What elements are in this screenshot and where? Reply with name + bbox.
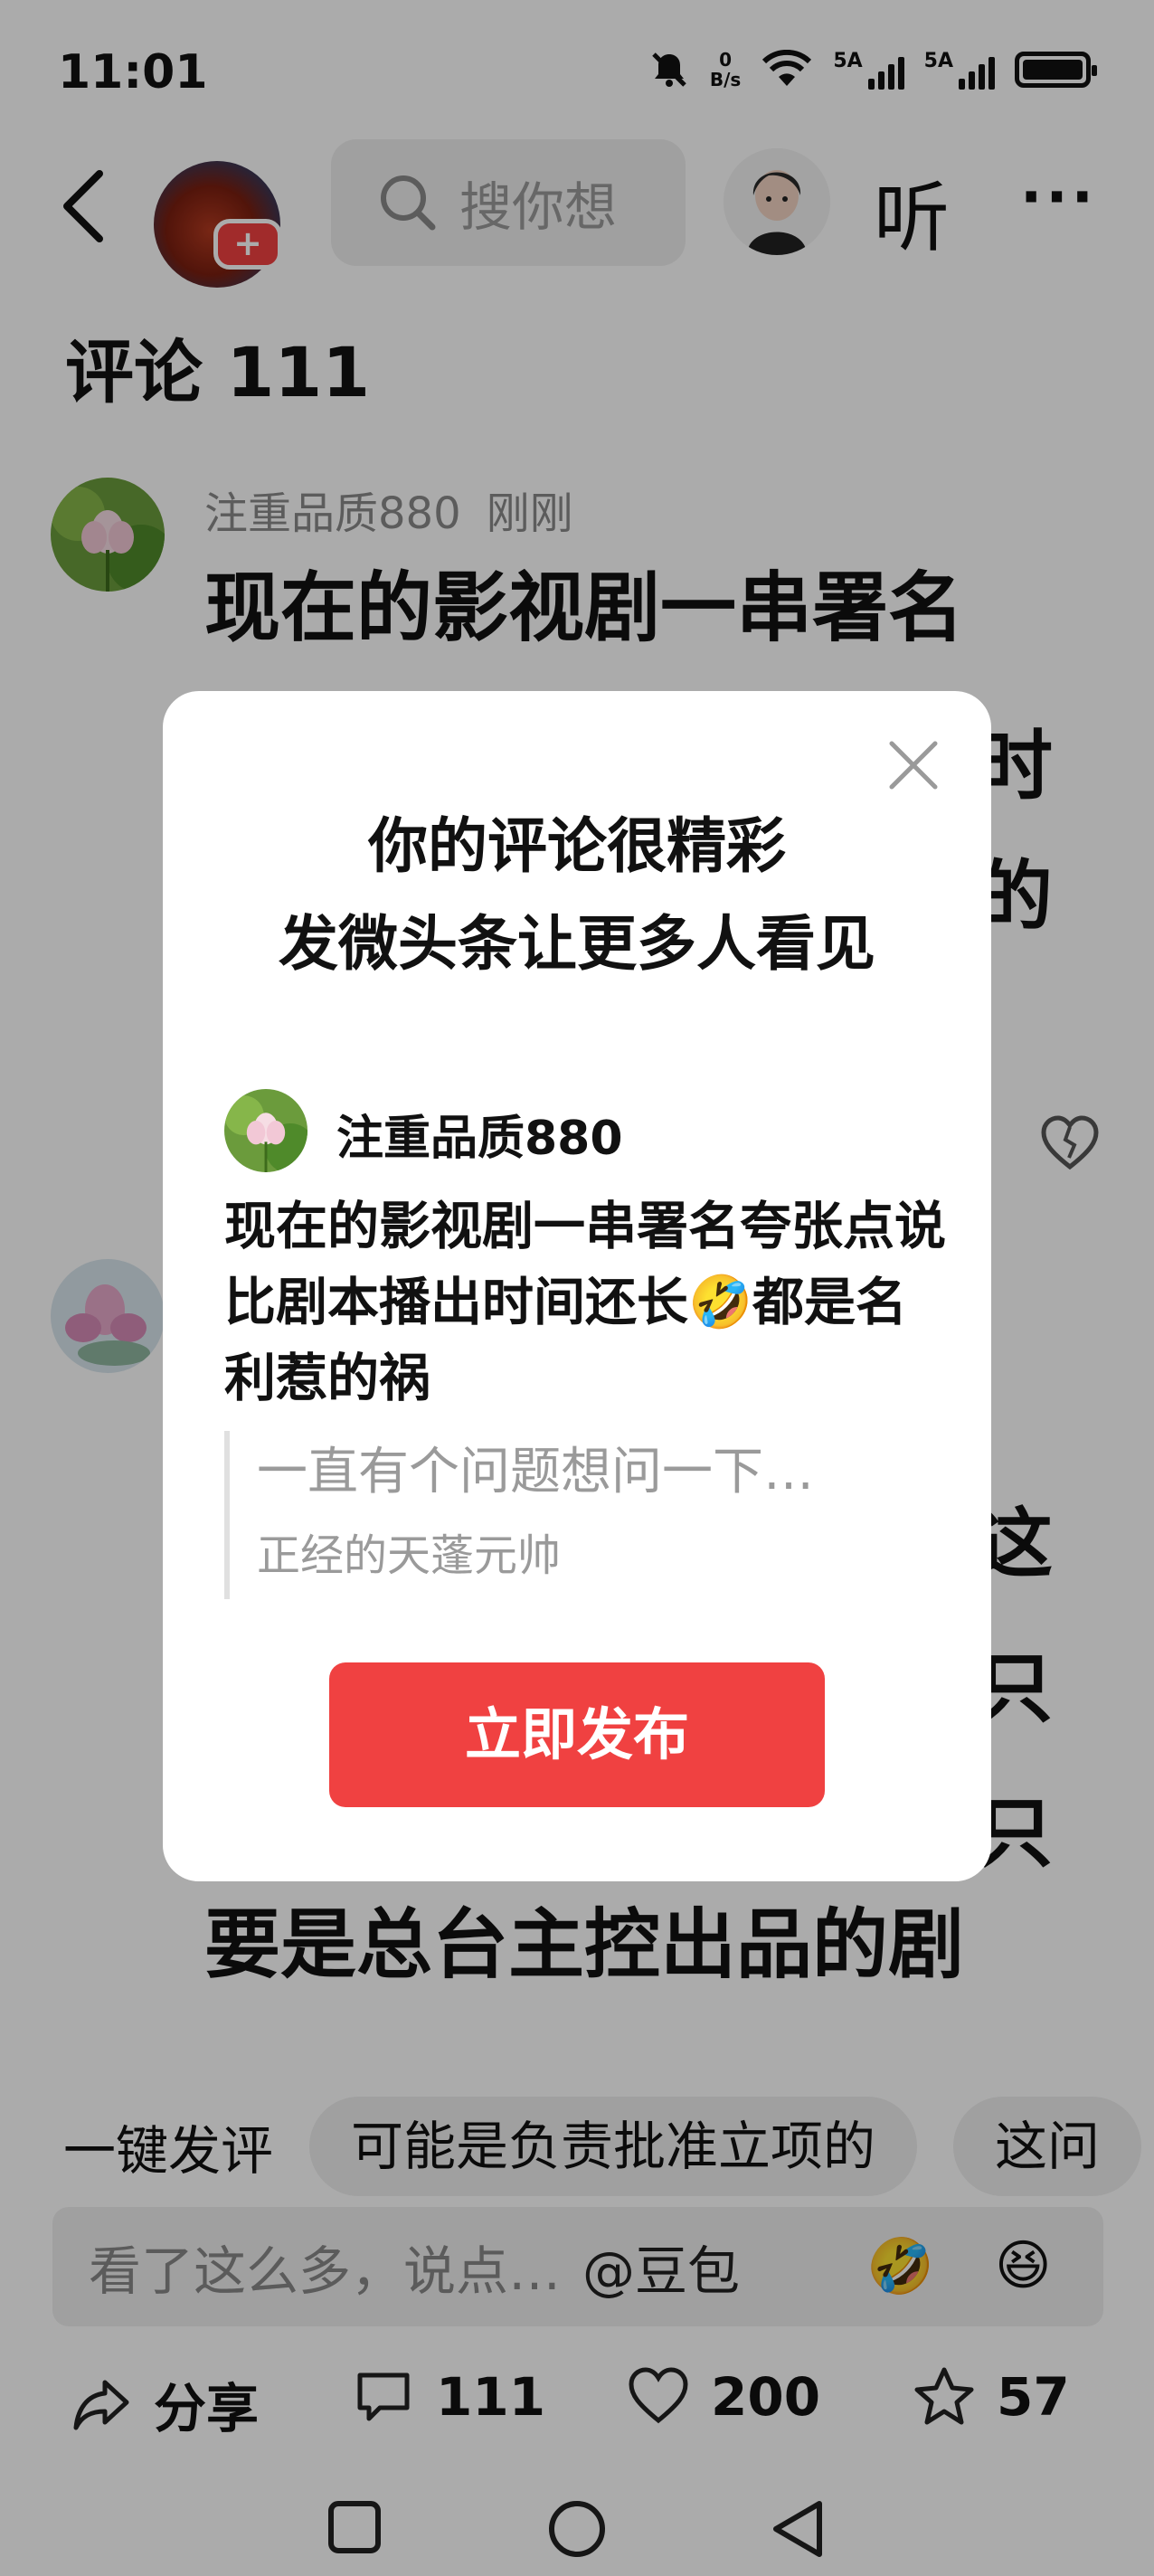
- dialog-title-line: 你的评论很精彩: [368, 811, 786, 881]
- publish-button[interactable]: 立即发布: [329, 1662, 825, 1807]
- dialog-comment-text: 现在的影视剧一串署名夸张点说比剧本播出时间还长🤣都是名利惹的祸: [224, 1197, 946, 1408]
- dialog-title-line: 发微头条让更多人看见: [279, 909, 875, 979]
- close-icon[interactable]: [886, 738, 941, 792]
- dialog-author: 注重品质880: [336, 1112, 623, 1166]
- quote-text: 一直有个问题想问一下…: [257, 1443, 814, 1501]
- dialog-avatar: [224, 1089, 307, 1172]
- lotus-avatar-image: [224, 1089, 307, 1172]
- app-screen: 11:01 0 B/s 5A 5A + 搜你想 听 ··· 评论 111 注重品…: [0, 0, 1154, 2576]
- publish-dialog: 你的评论很精彩 发微头条让更多人看见 注重品质880 现在的影视剧一串署名夸张点…: [163, 691, 991, 1881]
- dialog-quote: 一直有个问题想问一下… 正经的天蓬元帅: [224, 1431, 912, 1599]
- quote-author: 正经的天蓬元帅: [257, 1530, 562, 1581]
- dialog-title: 你的评论很精彩 发微头条让更多人看见: [163, 798, 991, 993]
